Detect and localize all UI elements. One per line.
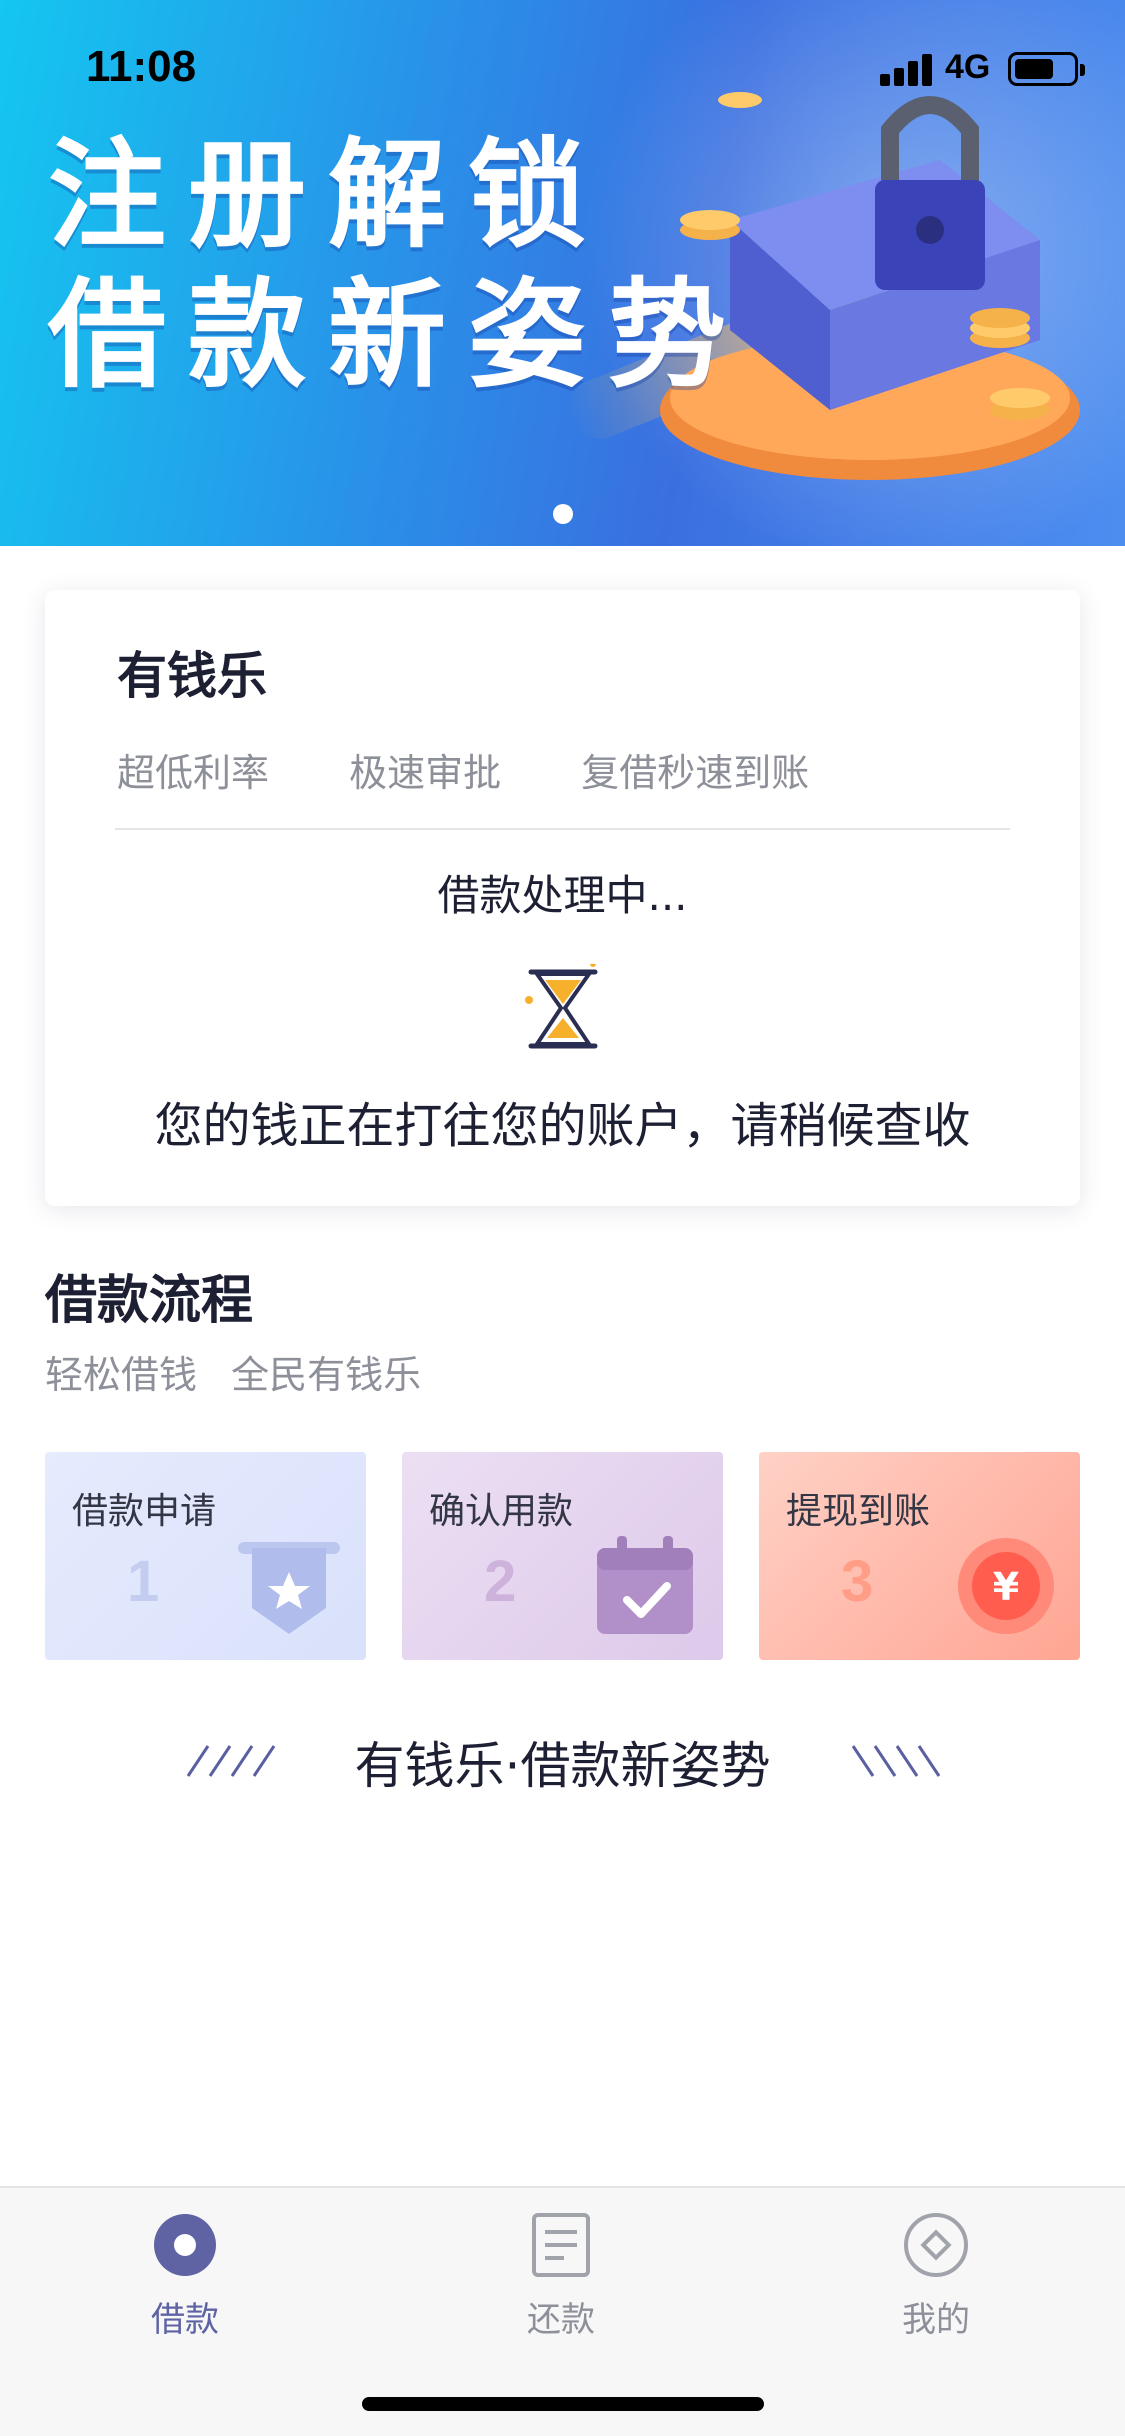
document-icon xyxy=(532,2213,590,2277)
loan-status-card: 有钱乐 超低利率 极速审批 复借秒速到账 借款处理中... 您的钱正在打往您的账… xyxy=(45,590,1080,1206)
status-time: 11:08 xyxy=(86,42,197,91)
banner-title: 注册解锁 借款新姿势 xyxy=(48,125,748,405)
product-name: 有钱乐 xyxy=(117,647,267,705)
star-shield-icon xyxy=(238,1542,340,1634)
process-subtitle-part: 全民有钱乐 xyxy=(231,1353,422,1397)
step-label: 确认用款 xyxy=(429,1491,574,1532)
battery-icon xyxy=(1008,52,1085,86)
svg-text:¥: ¥ xyxy=(993,1565,1019,1609)
banner-dot-active xyxy=(552,504,573,524)
tab-loan[interactable]: 借款 xyxy=(85,2212,285,2352)
step-confirm[interactable]: 确认用款 2 xyxy=(402,1452,723,1660)
step-apply[interactable]: 借款申请 1 xyxy=(45,1452,366,1660)
calendar-check-icon xyxy=(597,1536,693,1634)
banner-title-line1: 注册解锁 xyxy=(48,126,609,264)
process-title: 借款流程 xyxy=(45,1271,254,1331)
profile-icon xyxy=(904,2213,968,2277)
tab-label: 我的 xyxy=(902,2300,970,2340)
step-number: 1 xyxy=(127,1549,160,1614)
feature-item: 极速审批 xyxy=(349,751,502,795)
signal-icon xyxy=(880,52,934,86)
step-label: 借款申请 xyxy=(72,1491,217,1532)
status-message: 您的钱正在打往您的账户，请稍候查收 xyxy=(154,1098,971,1154)
tab-repay[interactable]: 还款 xyxy=(461,2212,661,2352)
tab-label: 借款 xyxy=(151,2300,219,2340)
step-withdraw[interactable]: 提现到账 3 ¥ xyxy=(759,1452,1080,1660)
feature-item: 超低利率 xyxy=(117,751,270,795)
slogan-text: 有钱乐·借款新姿势 xyxy=(354,1737,771,1795)
status-bar: 11:08 4G xyxy=(0,0,1125,130)
step-number: 2 xyxy=(484,1549,517,1614)
processing-status: 借款处理中... xyxy=(437,871,688,920)
slogan: 有钱乐·借款新姿势 xyxy=(0,1722,1125,1795)
step-number: 3 xyxy=(841,1549,874,1614)
hourglass-icon xyxy=(525,964,598,1049)
home-indicator[interactable] xyxy=(362,2397,764,2411)
process-subtitle-part: 轻松借钱 xyxy=(45,1353,198,1397)
banner-title-line2: 借款新姿势 xyxy=(48,266,749,404)
network-type: 4G xyxy=(945,48,991,86)
feature-list: 超低利率 极速审批 复借秒速到账 xyxy=(117,742,877,797)
divider xyxy=(115,828,1010,830)
feature-item: 复借秒速到账 xyxy=(581,751,810,795)
process-subtitle: 轻松借钱 全民有钱乐 xyxy=(45,1344,443,1399)
tab-profile[interactable]: 我的 xyxy=(836,2212,1036,2352)
tab-label: 还款 xyxy=(527,2300,595,2340)
yuan-coin-icon: ¥ xyxy=(958,1538,1054,1634)
step-label: 提现到账 xyxy=(786,1491,931,1532)
loan-icon xyxy=(154,2214,216,2276)
banner-page-indicator xyxy=(0,504,1125,528)
backslash-decoration-icon xyxy=(851,1745,941,1777)
